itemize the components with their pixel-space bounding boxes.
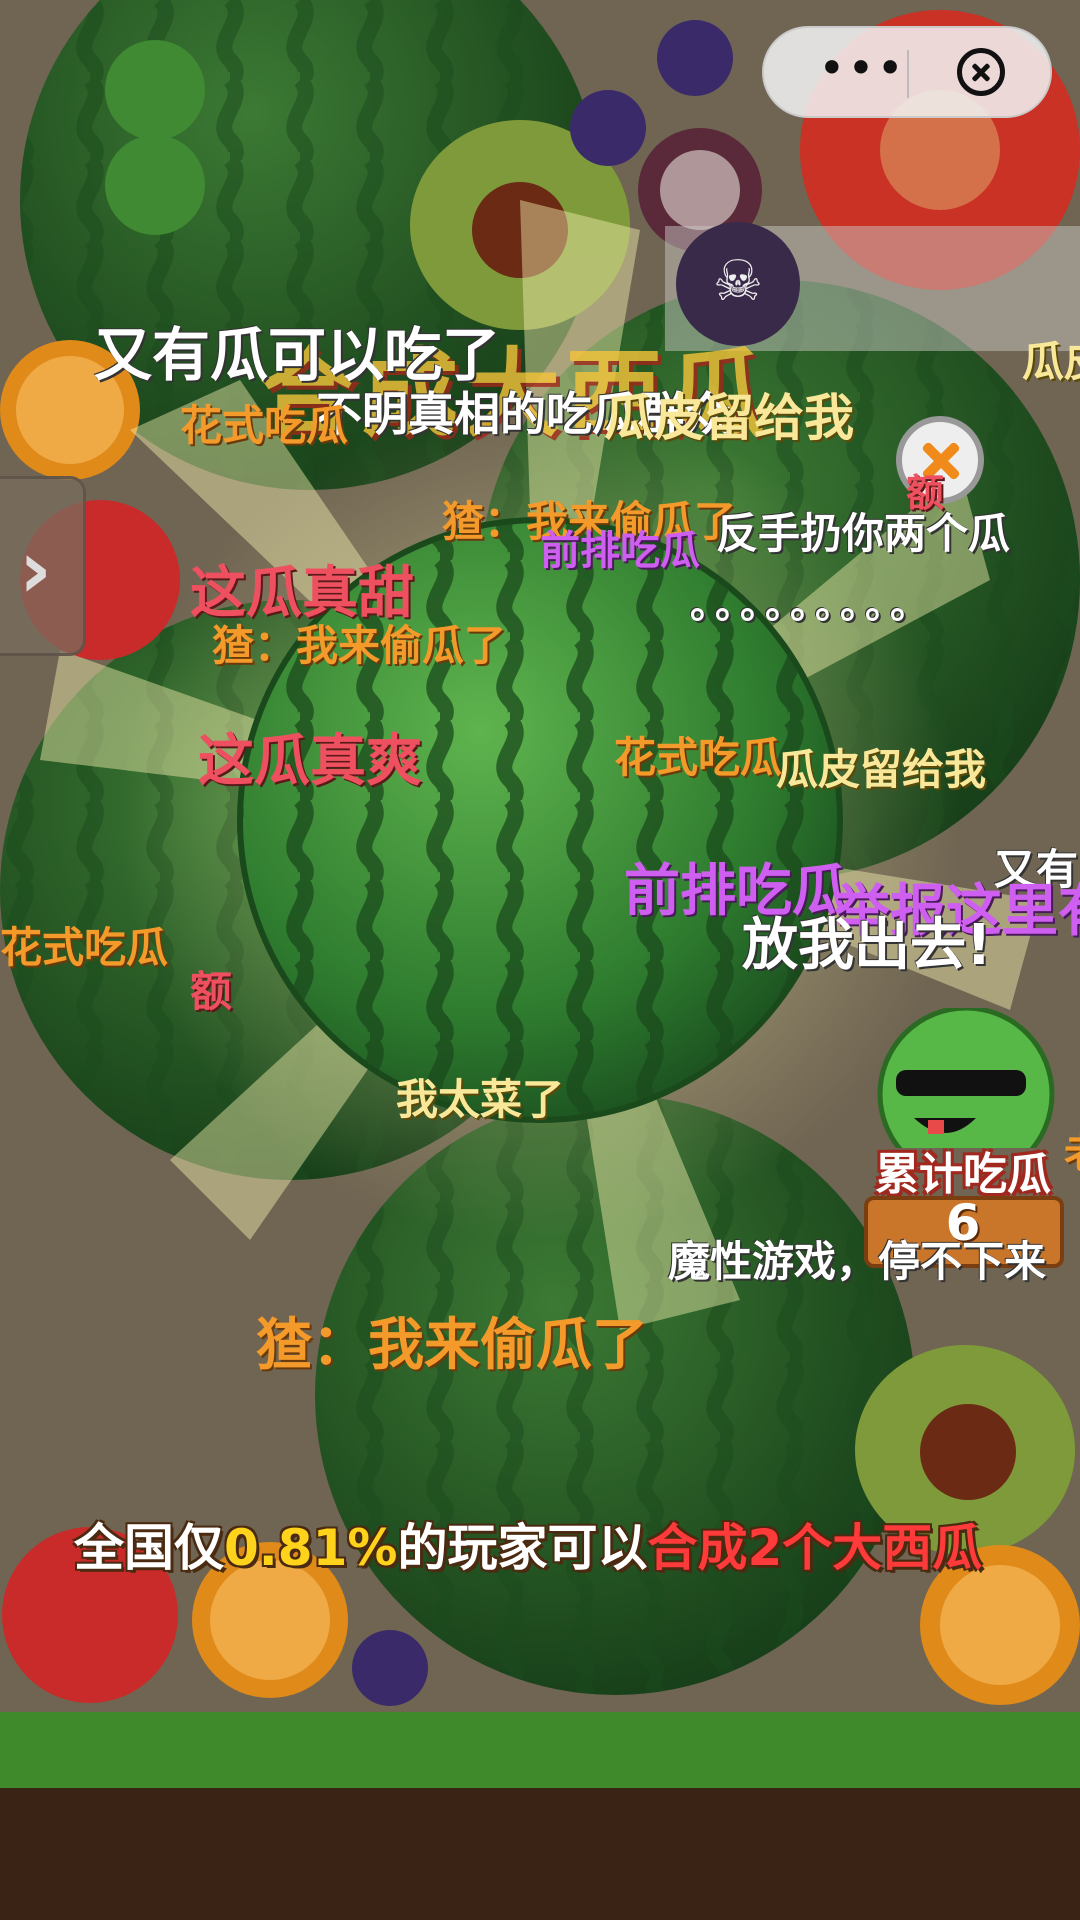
soil-floor — [0, 1788, 1080, 1920]
danmaku-comment: 瓜皮留给我 — [604, 389, 854, 447]
close-circle-icon[interactable] — [957, 48, 1005, 96]
danmaku-comment: 额 — [906, 471, 945, 515]
chevron-right-icon: › — [19, 523, 52, 616]
side-expand-tab[interactable]: › — [0, 476, 86, 656]
counter-label: 累计吃瓜 — [875, 1149, 1051, 1200]
danmaku-comment: 猹：我来偷瓜了 — [256, 1313, 648, 1378]
danmaku-comment: 这瓜真爽 — [198, 729, 422, 794]
danmaku-comment: 额 — [190, 967, 233, 1016]
banner-percent: 0.81% — [224, 1519, 398, 1577]
banner-middle: 的玩家可以 — [397, 1519, 648, 1577]
danmaku-comment: 瓜皮 — [1022, 337, 1080, 386]
melon-face-icon — [877, 1008, 1055, 1148]
svg-text:☠: ☠ — [713, 249, 763, 314]
game-scene[interactable]: ☠ 合成大西瓜 ••• › 累计吃瓜 6 又有瓜可以吃了 不明真相的吃瓜群众 瓜… — [0, 0, 1080, 1920]
danmaku-comment: 放我出去! — [742, 913, 992, 978]
danmaku-comment: 瓜皮留给我 — [776, 745, 987, 794]
mini-program-capsule: ••• — [762, 26, 1052, 118]
more-dots-icon[interactable]: ••• — [812, 45, 912, 98]
danmaku-comment: 。。。。。。。。。 — [690, 583, 935, 627]
danmaku-comment: 反手扔你两个瓜 — [716, 509, 1011, 558]
danmaku-comment: 老 — [1064, 1120, 1080, 1181]
grass-strip — [0, 1712, 1080, 1790]
danmaku-comment: 魔性游戏，停不下来 — [668, 1237, 1047, 1286]
banner-goal: 合成2个大西瓜 — [647, 1519, 983, 1577]
danmaku-comment: 猹：我来偷瓜了 — [212, 621, 507, 670]
danmaku-comment: 花式吃瓜 — [614, 733, 783, 782]
danmaku-comment: 我太菜了 — [396, 1075, 565, 1124]
achievement-banner: 全国仅0.81%的玩家可以合成2个大西瓜 — [74, 1508, 982, 1580]
danmaku-comment: 花式吃瓜 — [180, 401, 349, 450]
banner-prefix: 全国仅 — [74, 1519, 224, 1577]
capsule-divider — [907, 50, 909, 98]
danmaku-comment: 前排吃瓜 — [540, 528, 700, 574]
danmaku-comment: 花式吃瓜 — [0, 923, 169, 972]
